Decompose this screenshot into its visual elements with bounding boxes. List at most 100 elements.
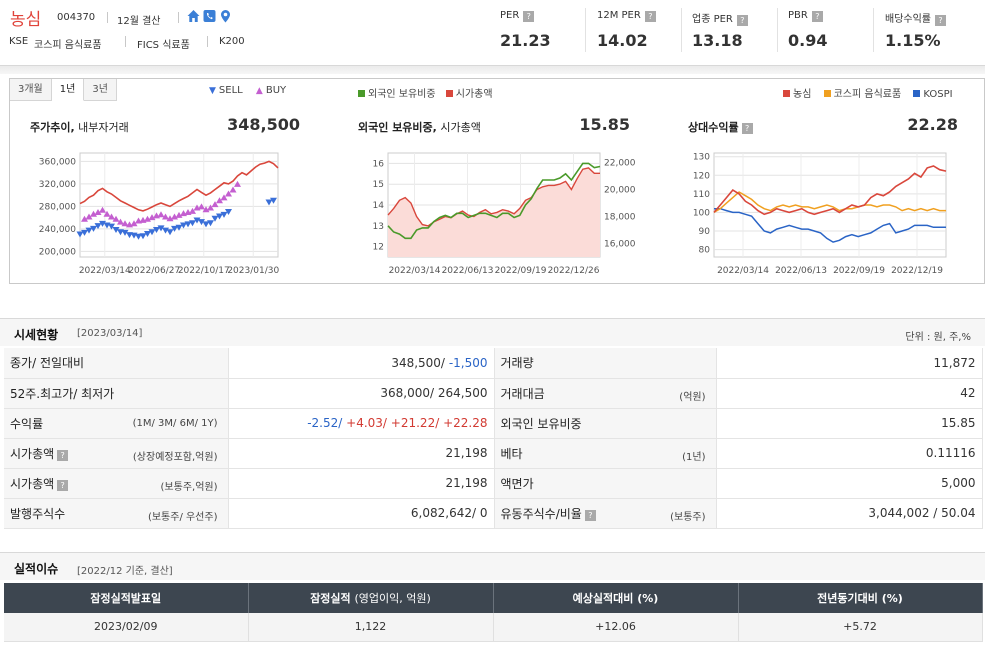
legend-swatch [823, 90, 831, 97]
help-icon[interactable]: ? [57, 479, 69, 491]
market-info-table: 종가/ 전일대비 348,500/ -1,500 거래량 11,872 52주.… [4, 348, 983, 529]
x-tick-label: 2022/09/19 [495, 266, 547, 276]
tab-1y[interactable]: 1년 [51, 79, 85, 101]
price-chart: 360,000320,000280,000240,000200,0002022/… [39, 152, 279, 276]
row-label: 유동주식수/비율? (보통주) [494, 498, 716, 529]
x-tick-label: 2022/03/14 [389, 266, 441, 276]
chart-value-return: 22.28 [907, 115, 958, 134]
y-tick-label: 100 [693, 208, 710, 218]
y-tick-label: 360,000 [39, 157, 76, 167]
legend-buy: BUY [265, 85, 287, 96]
row-label: 발행주식수 (보통주/ 우선주) [4, 498, 228, 529]
legend-swatch [358, 90, 365, 97]
legend-sell: SELL [218, 85, 243, 96]
row-label: 베타 (1년) [494, 438, 716, 469]
x-tick-label: 2022/03/14 [717, 266, 769, 276]
table-cell: +12.06 [493, 613, 739, 642]
section-title: 시세현황 [14, 328, 59, 342]
divider [125, 36, 126, 47]
row-value: 11,872 [715, 348, 983, 379]
divider [178, 12, 179, 23]
fiscal-year-label: 12월 결산 [117, 16, 161, 27]
x-tick-label: 2023/01/30 [227, 266, 279, 276]
earnings-header: 실적이슈 [2022/12 기준, 결산] [0, 552, 985, 580]
unit-label: 단위 : 원, 주,% [905, 332, 971, 343]
y-tick-label: 12 [373, 243, 384, 253]
table-row: 2023/02/09 1,122 +12.06 +5.72 [4, 613, 983, 642]
section-basis: [2022/12 기준, 결산] [77, 566, 173, 577]
row-value: 5,000 [715, 468, 983, 499]
section-date: [2023/03/14] [77, 328, 143, 339]
row-label: 종가/ 전일대비 [4, 348, 228, 379]
y-tick-label: 320,000 [39, 180, 76, 190]
legend-swatch [913, 90, 921, 97]
divider [873, 8, 874, 52]
metric-value: 1.15% [885, 31, 941, 50]
stock-header: 농심 004370 12월 결산 KSE 코스피 음식료품 FICS 식료품 K… [0, 0, 985, 74]
legend-trade: ▼ SELL ▲ BUY [209, 85, 286, 96]
y-tick-label: 120 [693, 171, 710, 181]
help-icon[interactable]: ? [741, 123, 753, 134]
row-value: -2.52/ +4.03/ +21.22/ +22.28 [227, 408, 495, 439]
row-value: 21,198 [227, 438, 495, 469]
divider [585, 8, 586, 52]
x-tick-label: 2022/03/14 [79, 266, 131, 276]
y-tick-label: 130 [693, 153, 710, 163]
x-tick-label: 2022/06/27 [128, 266, 180, 276]
chart-panel: 3개월 1년 3년 ▼ SELL ▲ BUY 외국인 보유비중 시가총액 농심 코스… [9, 78, 985, 284]
market-label: KSE [9, 36, 29, 47]
table-row: 시가총액? (상장예정포함,억원) 21,198 베타 (1년) 0.11116 [4, 438, 983, 469]
row-label: 거래대금 (억원) [494, 378, 716, 409]
legend-foreign: 외국인 보유비중 시가총액 [358, 85, 493, 100]
home-icon[interactable] [187, 9, 200, 23]
help-icon[interactable]: ? [935, 15, 946, 26]
y-tick-label: 13 [373, 222, 384, 232]
chart-title-return: 상대수익률? [688, 119, 753, 135]
foreign-ownership-chart: 16 15 14 13 12 22,000 20,000 18,000 16,000 2022/0… [373, 152, 636, 276]
chart-title-price: 주가추이, 내부자거래 [30, 121, 129, 134]
row-value: 348,500/ -1,500 [227, 348, 495, 379]
help-icon[interactable]: ? [57, 449, 69, 461]
triangle-down-icon: ▼ [209, 86, 216, 96]
row-value: 42 [715, 378, 983, 409]
market-info-header: 시세현황 [2023/03/14] 단위 : 원, 주,% [0, 318, 985, 346]
x-tick-label: 2022/06/13 [775, 266, 827, 276]
divider [777, 8, 778, 52]
x-tick-label: 2022/09/19 [833, 266, 885, 276]
row-label: 52주.최고가/ 최저가 [4, 378, 228, 409]
y-right-tick-label: 18,000 [604, 212, 636, 222]
y-tick-label: 14 [373, 201, 385, 211]
tab-3m[interactable]: 3개월 [10, 79, 52, 101]
x-tick-label: 2022/12/26 [548, 266, 600, 276]
help-icon[interactable]: ? [584, 509, 596, 521]
y-tick-label: 80 [699, 246, 711, 256]
sector-label: 코스피 음식료품 [34, 40, 102, 51]
table-header-row: 잠정실적발표일 잠정실적 (영업이익, 억원) 예상실적대비 (%) 전년동기대… [4, 583, 983, 613]
row-label: 액면가 [494, 468, 716, 499]
phone-icon[interactable] [203, 9, 216, 23]
table-row: 52주.최고가/ 최저가 368,000/ 264,500 거래대금 (억원) 4… [4, 378, 983, 409]
row-value: 368,000/ 264,500 [227, 378, 495, 409]
metric-value: 14.02 [597, 31, 648, 50]
location-pin-icon[interactable] [219, 9, 232, 23]
help-icon[interactable]: ? [811, 11, 823, 22]
tab-3y[interactable]: 3년 [84, 79, 117, 101]
table-cell: 1,122 [248, 613, 494, 642]
period-tabs: 3개월 1년 3년 [10, 79, 117, 101]
y-right-tick-label: 16,000 [604, 239, 636, 249]
relative-return-chart: 130 120 110 100 90 80 2022/03/14 2022/06/13 2022… [693, 152, 947, 276]
help-icon[interactable]: ? [644, 11, 656, 22]
company-name: 농심 [10, 10, 42, 30]
y-tick-label: 90 [699, 227, 711, 237]
header-shadow [0, 66, 985, 74]
chart-title-foreign: 외국인 보유비중, 시가총액 [358, 121, 481, 134]
legend-return: 농심 코스피 음식료품 KOSPI [783, 85, 953, 100]
row-value: 21,198 [227, 468, 495, 499]
column-header: 잠정실적 (영업이익, 억원) [248, 583, 494, 613]
table-row: 수익률 (1M/ 3M/ 6M/ 1Y) -2.52/ +4.03/ +21.22… [4, 408, 983, 439]
y-tick-label: 240,000 [39, 225, 76, 235]
help-icon[interactable]: ? [523, 11, 535, 22]
metric-value: 13.18 [692, 31, 743, 50]
table-row: 시가총액? (보통주,억원) 21,198 액면가 5,000 [4, 468, 983, 499]
help-icon[interactable]: ? [736, 15, 748, 26]
